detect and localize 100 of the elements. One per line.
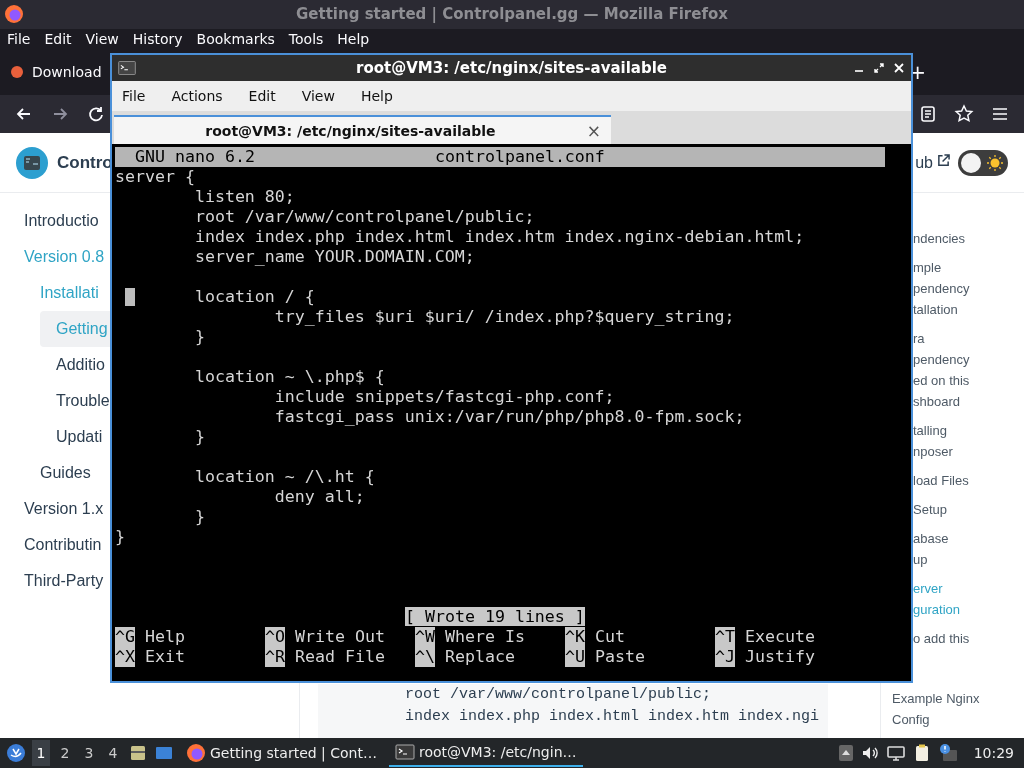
shortcut-key: ^U <box>565 647 585 667</box>
maximize-icon[interactable] <box>873 62 885 74</box>
code-line: include snippets/fastcgi-php.conf; <box>273 387 615 406</box>
menu-item[interactable]: View <box>301 88 335 104</box>
nano-version: GNU nano 6.2 <box>134 147 256 167</box>
menu-item[interactable]: Tools <box>288 30 324 47</box>
shortcut-key: ^J <box>715 647 735 667</box>
browser-tab[interactable]: Download <box>0 54 104 91</box>
firefox-icon <box>186 743 206 763</box>
code-block: root /var/www/controlpanel/public; index index.php index.html index.htm index.ngi <box>318 684 828 738</box>
star-icon[interactable] <box>954 104 974 124</box>
site-title[interactable]: Contro <box>57 152 113 173</box>
shortcut-label: Justify <box>745 647 815 667</box>
menu-item[interactable]: File <box>7 30 31 47</box>
code-line: listen 80; <box>193 187 295 206</box>
shortcut-key: ^R <box>265 647 285 667</box>
shortcut-label: Paste <box>595 647 645 667</box>
toc-link[interactable]: abase up <box>913 528 1024 570</box>
menu-item[interactable]: Help <box>337 30 370 47</box>
file-name: controlpanel.conf <box>435 147 605 167</box>
code-line: server { <box>115 167 195 186</box>
logo-icon <box>16 146 48 179</box>
toc-link[interactable]: ndencies <box>913 228 1024 249</box>
shortcut-key: ^T <box>715 627 735 647</box>
shortcut-key: ^W <box>415 627 435 647</box>
toc-link[interactable]: Example Nginx Config <box>881 688 1024 730</box>
shortcut-label: Exit <box>145 647 185 667</box>
code-line: } <box>115 527 125 546</box>
tab-title: root@VM3: /etc/nginx/sites-available <box>204 122 497 139</box>
window-title: Getting started | Controlpanel.gg — Mozilla Firefox <box>296 5 728 24</box>
toc-link[interactable]: talling nposer <box>913 420 1024 462</box>
clock[interactable]: 10:29 <box>973 745 1014 761</box>
workspace-button[interactable]: 4 <box>104 740 122 766</box>
reader-view-icon[interactable] <box>918 104 938 124</box>
sidebar-link[interactable]: Version 1.x <box>8 491 110 527</box>
toc-link[interactable]: Setup <box>913 499 1024 520</box>
file-manager-icon[interactable] <box>128 743 148 763</box>
toc-link[interactable]: o add this <box>913 628 1024 649</box>
sidebar-link[interactable]: Guides <box>24 455 110 491</box>
shortcut-label: Where Is <box>445 627 525 647</box>
shortcut-key: ^O <box>265 627 285 647</box>
shortcut-label: Execute <box>745 627 815 647</box>
sidebar-link[interactable]: Third-Party <box>8 563 110 599</box>
menu-item[interactable]: History <box>132 30 183 47</box>
status-message: [ Wrote 19 lines ] <box>405 607 585 626</box>
window-title: root@VM3: /etc/nginx/sites-available <box>356 59 667 77</box>
shortcut-key: ^X <box>115 647 135 667</box>
menu-item[interactable]: Bookmarks <box>196 30 275 47</box>
sidebar-link[interactable]: Trouble <box>40 383 110 419</box>
network-icon[interactable] <box>885 743 906 763</box>
taskbar-button[interactable]: root@VM3: /etc/ngin… <box>388 739 583 767</box>
start-menu-icon[interactable] <box>6 743 26 763</box>
code-line: deny all; <box>273 487 365 506</box>
toc-link[interactable]: load Files <box>913 470 1024 491</box>
terminal-tab[interactable]: root@VM3: /etc/nginx/sites-available × <box>114 115 611 144</box>
menu-item[interactable]: Actions <box>171 88 223 104</box>
shortcut-label: Read File <box>295 647 385 667</box>
external-link-icon <box>937 154 950 167</box>
toc-link[interactable]: mple pendency tallation <box>913 257 1024 320</box>
shortcut-label: Help <box>145 627 185 647</box>
code-line: location ~ \.php$ { <box>193 367 385 386</box>
shortcut-key: ^K <box>565 627 585 647</box>
shortcut-label: Cut <box>595 627 625 647</box>
shortcut-label: Write Out <box>295 627 385 647</box>
theme-toggle[interactable] <box>958 149 1008 176</box>
code-line: server_name YOUR.DOMAIN.COM; <box>193 247 475 266</box>
sidebar-link[interactable]: Updati <box>40 419 110 455</box>
workspace-button[interactable]: 3 <box>80 740 98 766</box>
shortcut-key: ^G <box>115 627 135 647</box>
notification-icon[interactable] <box>937 743 958 763</box>
workspace-button[interactable]: 1 <box>32 740 50 766</box>
code-line: index index.php index.html index.htm index.nginx-debian.html; <box>193 227 805 246</box>
header-link[interactable]: ub <box>915 153 933 172</box>
code-line: } <box>193 507 205 526</box>
reload-icon[interactable] <box>86 104 106 124</box>
taskbar-button[interactable]: Getting started | Cont… <box>180 739 383 767</box>
sun-icon <box>987 154 1003 171</box>
toc-link[interactable]: ra pendency ed on this shboard <box>913 328 1024 412</box>
code-line: try_files $uri $uri/ /index.php?$query_string; <box>273 307 735 326</box>
close-icon[interactable] <box>893 62 905 74</box>
workspace-button[interactable]: 2 <box>56 740 74 766</box>
menu-item[interactable]: File <box>122 88 146 104</box>
menu-item[interactable]: Edit <box>44 30 72 47</box>
sidebar-link[interactable]: Introductio <box>8 203 110 239</box>
code-line: } <box>193 327 205 346</box>
sidebar-link[interactable]: Additio <box>40 347 110 383</box>
site-icon <box>10 65 24 80</box>
terminal-icon <box>394 742 415 762</box>
code-line: } <box>193 427 205 446</box>
firefox-icon <box>4 4 24 25</box>
code-line: location ~ /\.ht { <box>193 467 375 486</box>
shortcut-key: ^\ <box>415 647 435 667</box>
terminal-icon <box>118 61 136 75</box>
sidebar-link[interactable]: Contributin <box>8 527 110 563</box>
menu-item[interactable]: View <box>85 30 119 47</box>
menu-item[interactable]: Edit <box>248 88 276 104</box>
tab-close-button[interactable]: × <box>586 120 601 141</box>
shortcut-label: Replace <box>445 647 515 667</box>
code-line: location / { <box>193 287 315 306</box>
menu-item[interactable]: Help <box>360 88 393 104</box>
